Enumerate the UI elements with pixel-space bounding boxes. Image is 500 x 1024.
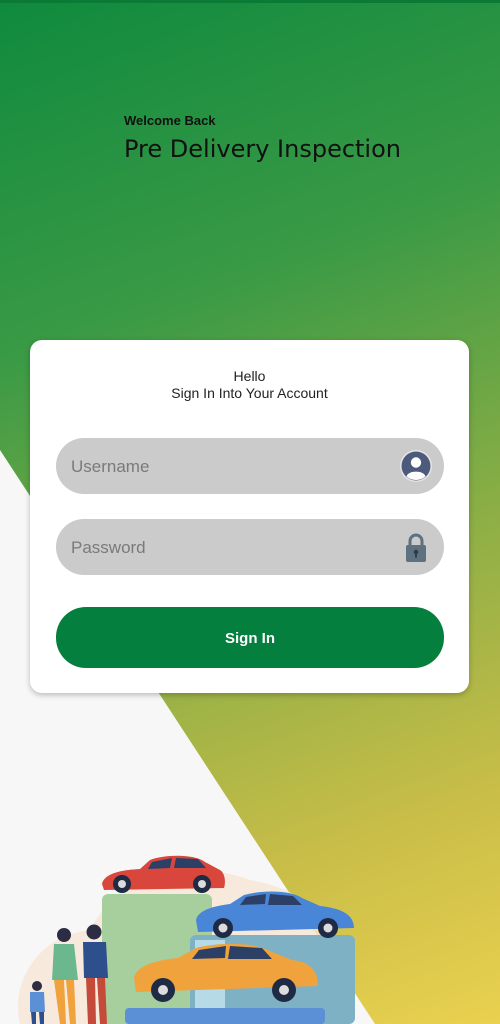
password-input[interactable] bbox=[69, 519, 383, 577]
username-field[interactable] bbox=[56, 438, 444, 496]
user-avatar-icon bbox=[400, 450, 432, 482]
page-title: Pre Delivery Inspection bbox=[124, 135, 401, 163]
lock-icon bbox=[406, 533, 426, 562]
red-car-icon bbox=[102, 855, 225, 893]
welcome-text: Welcome Back bbox=[124, 113, 216, 128]
signin-subtitle: Sign In Into Your Account bbox=[171, 385, 328, 401]
username-input[interactable] bbox=[69, 438, 383, 496]
login-card: Hello Sign In Into Your Account Sign In bbox=[30, 340, 469, 693]
cars-parking-illustration bbox=[18, 855, 355, 1024]
status-bar-line bbox=[0, 0, 500, 3]
password-field[interactable] bbox=[56, 519, 444, 577]
hello-text: Hello bbox=[233, 368, 266, 384]
sign-in-button[interactable]: Sign In bbox=[56, 607, 444, 668]
